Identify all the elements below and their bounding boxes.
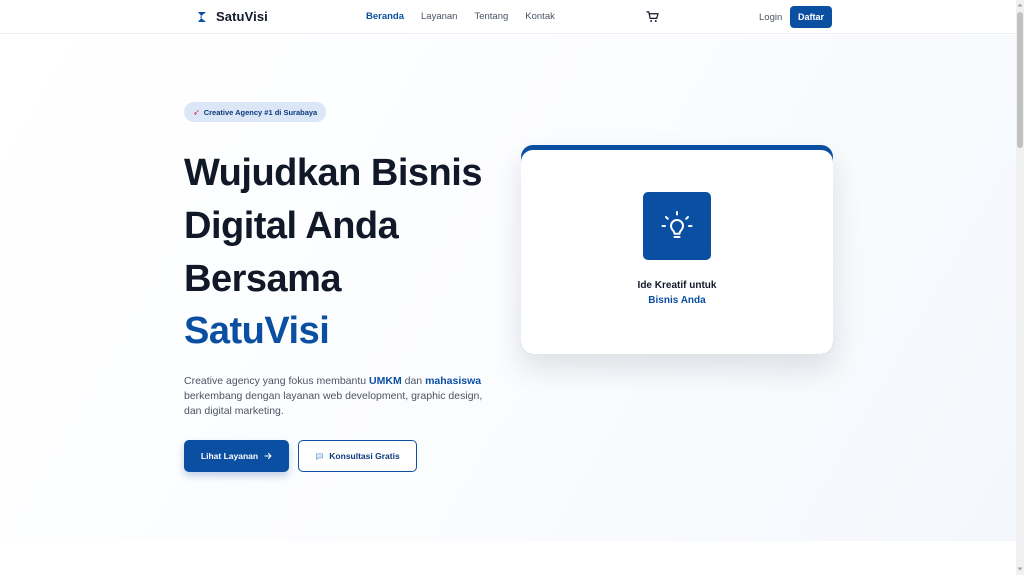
free-consultation-button[interactable]: Konsultasi Gratis [298, 440, 417, 472]
hero-badge-text: Creative Agency #1 di Surabaya [203, 107, 318, 117]
hero-badge: ➶ Creative Agency #1 di Surabaya [184, 102, 327, 122]
view-services-label: Lihat Layanan [200, 451, 259, 461]
desc-text: Creative agency yang fokus membantu [184, 375, 370, 387]
brand-link[interactable]: SatuVisi [196, 9, 268, 24]
brand-name: SatuVisi [216, 9, 268, 24]
rocket-icon: ➶ [193, 107, 200, 117]
hero-accent-brand: SatuVisi [184, 310, 330, 352]
hero-description: Creative agency yang fokus membantu UMKM… [184, 374, 494, 419]
brand-logo-icon [198, 11, 206, 22]
arrow-right-icon [264, 452, 272, 460]
desc-text: dan [401, 375, 426, 387]
hero-headline-line: Digital Anda [184, 205, 399, 247]
page-scrollbar[interactable] [1016, 0, 1024, 575]
feature-card-body: Ide Kreatif untuk Bisnis Anda [521, 150, 833, 354]
lightbulb-icon-box [643, 192, 711, 260]
nav-link-beranda[interactable]: Beranda [366, 11, 404, 22]
nav-link-layanan[interactable]: Layanan [421, 11, 457, 22]
register-button[interactable]: Daftar [790, 6, 832, 28]
scroll-down-arrow-icon[interactable] [1017, 566, 1023, 572]
card-title-line1: Ide Kreatif untuk [637, 280, 717, 291]
login-link[interactable]: Login [759, 12, 782, 23]
scroll-up-arrow-icon[interactable] [1017, 2, 1023, 8]
nav-links: Beranda Layanan Tentang Kontak [366, 11, 572, 22]
scroll-thumb[interactable] [1017, 12, 1023, 148]
chat-icon [316, 452, 324, 460]
navbar: SatuVisi Beranda Layanan Tentang Kontak … [0, 0, 1016, 34]
hero-headline-line: Bersama [184, 258, 342, 300]
lightbulb-icon [661, 211, 693, 238]
hero-section: ➶ Creative Agency #1 di Surabaya Wujudka… [0, 35, 1016, 541]
desc-highlight-mahasiswa: mahasiswa [425, 375, 482, 387]
hero-headline: Wujudkan Bisnis Digital Anda Bersama [184, 147, 514, 306]
nav-link-tentang[interactable]: Tentang [474, 11, 508, 22]
view-services-button[interactable]: Lihat Layanan [184, 440, 289, 472]
feature-card: Ide Kreatif untuk Bisnis Anda [521, 145, 833, 354]
nav-link-kontak[interactable]: Kontak [525, 11, 555, 22]
free-consultation-label: Konsultasi Gratis [329, 451, 400, 461]
hero-headline-line: Wujudkan Bisnis [184, 152, 482, 194]
desc-text: berkembang dengan layanan web developmen… [184, 390, 483, 417]
card-title-line2: Bisnis Anda [648, 295, 706, 306]
desc-highlight-umkm: UMKM [369, 375, 402, 387]
cart-icon[interactable] [646, 10, 659, 23]
